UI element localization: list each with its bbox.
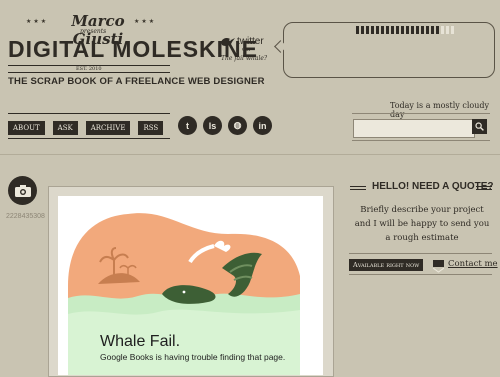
error-subline: Google Books is having trouble finding t…: [100, 352, 286, 362]
twitter-label[interactable]: twitter: [237, 36, 264, 47]
linkedin-icon[interactable]: in: [253, 116, 272, 135]
stars-right: ★★★: [134, 18, 157, 25]
whale-fail-illustration: [58, 196, 323, 375]
mail-icon: [432, 260, 445, 273]
quote-rule-left-2: [350, 189, 366, 190]
nav-rule-bottom: [8, 138, 170, 139]
photo-post-icon: [8, 176, 37, 205]
error-headline: Whale Fail.: [100, 333, 181, 350]
weather-status: Today is a mostly cloudy day: [390, 101, 489, 119]
main-nav: ABOUT ASK ARCHIVE RSS: [8, 121, 164, 135]
stars-left: ★★★: [26, 18, 49, 25]
quote-rule-end: [349, 274, 492, 275]
quote-rule-right: [476, 186, 492, 187]
twitter-icon[interactable]: t: [178, 116, 197, 135]
nav-about[interactable]: ABOUT: [8, 121, 45, 135]
quote-description: Briefly describe your project and I will…: [354, 205, 490, 243]
post-image[interactable]: [58, 196, 323, 375]
contact-link[interactable]: Contact me: [448, 259, 498, 269]
quote-rule-right-2: [476, 189, 492, 190]
post-id[interactable]: 2228435308: [6, 213, 45, 220]
search-rule-top: [352, 113, 490, 114]
nav-ask[interactable]: ASK: [52, 121, 78, 135]
twitter-bird-icon[interactable]: [219, 33, 237, 53]
tagline-rule-top: [8, 72, 170, 73]
fail-whale-label: The fail whale?: [221, 55, 268, 62]
quote-rule-left: [350, 186, 366, 187]
site-tagline: THE SCRAP BOOK OF A FREELANCE WEB DESIGN…: [8, 76, 265, 87]
dribbble-icon[interactable]: ◍: [228, 116, 247, 135]
quote-rule-bottom: [349, 253, 492, 254]
presents-label: presents: [80, 28, 107, 35]
camera-icon: [14, 184, 31, 197]
availability-badge: Available right now: [349, 259, 424, 271]
twitter-or: OR: [242, 47, 250, 53]
social-links: t ls ◍ in: [178, 116, 272, 135]
search-button[interactable]: [472, 119, 487, 134]
search-input[interactable]: [353, 119, 475, 138]
nav-archive[interactable]: ARCHIVE: [85, 121, 131, 135]
header-divider: [0, 154, 500, 155]
nav-rule-top: [8, 113, 170, 114]
loading-indicator: [356, 26, 454, 34]
nav-rss[interactable]: RSS: [138, 121, 164, 135]
search-rule-bottom: [352, 140, 490, 141]
lastfm-icon[interactable]: ls: [203, 116, 222, 135]
search-icon: [475, 122, 484, 131]
